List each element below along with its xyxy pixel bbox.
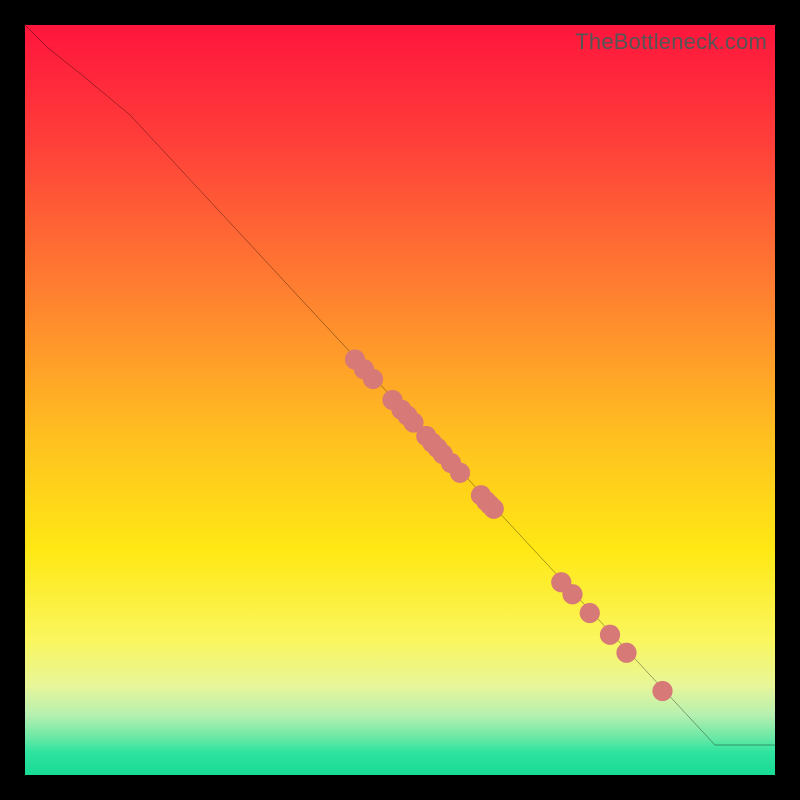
chart-stage: TheBottleneck.com	[0, 0, 800, 800]
performance-curve	[25, 25, 775, 745]
chart-svg	[25, 25, 775, 775]
data-dot	[363, 369, 383, 389]
data-dot	[562, 584, 582, 604]
data-dot	[616, 643, 636, 663]
watermark-label: TheBottleneck.com	[575, 29, 767, 55]
data-dot	[652, 681, 672, 701]
data-dot	[450, 463, 470, 483]
data-markers	[345, 349, 673, 701]
plot-area: TheBottleneck.com	[25, 25, 775, 775]
data-dot	[600, 625, 620, 645]
data-dot	[484, 499, 504, 519]
data-dot	[580, 603, 600, 623]
